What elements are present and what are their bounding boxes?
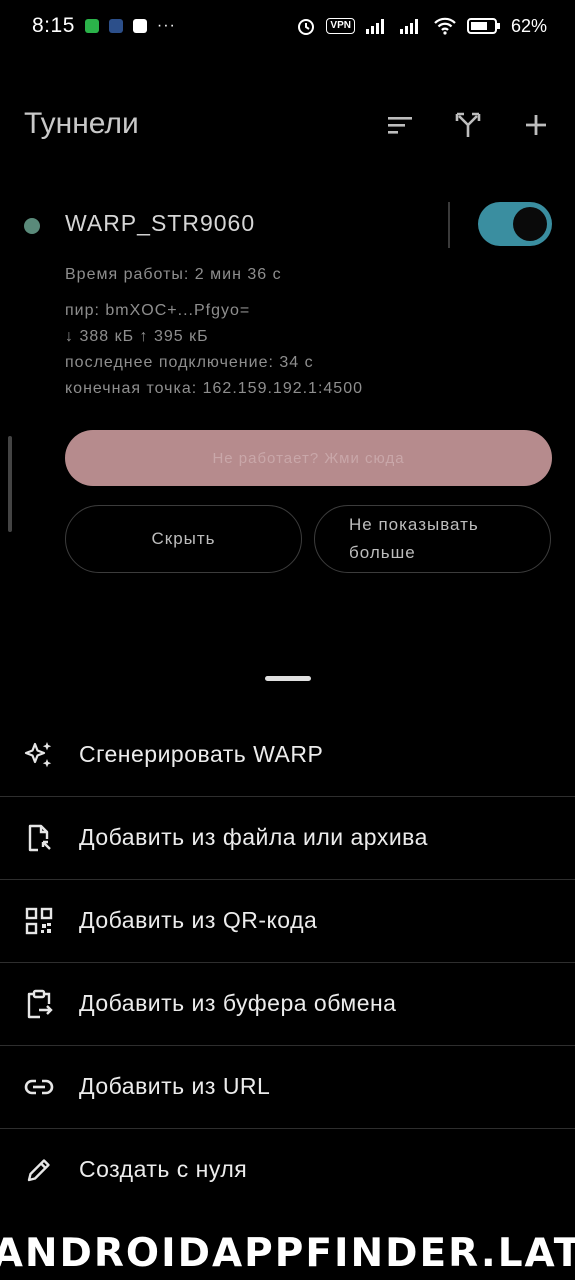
menu-item-label: Добавить из URL: [79, 1073, 271, 1099]
status-bar: 8:15 ··· VPN 62%: [0, 0, 575, 52]
vpn-badge: VPN: [326, 18, 355, 34]
last-handshake-text: последнее подключение: 34 с: [65, 354, 314, 371]
tunnel-toggle[interactable]: [478, 202, 552, 246]
sparkle-icon: [24, 740, 54, 770]
qr-code-icon: [24, 906, 54, 936]
sort-icon[interactable]: [384, 109, 416, 141]
dont-show-label-line2: больше: [349, 543, 416, 562]
menu-item-add-from-clipboard[interactable]: Добавить из буфера обмена: [0, 962, 575, 1045]
not-working-button[interactable]: Не работает? Жми сюда: [65, 430, 552, 486]
notification-app-icon: [108, 19, 123, 33]
toggle-knob: [513, 207, 547, 241]
notification-app-icon-2: [132, 19, 147, 33]
whatsapp-icon: [84, 19, 99, 33]
menu-item-label: Добавить из файла или архива: [79, 824, 428, 850]
signal-icon-2: [399, 19, 418, 34]
hide-button-label: Скрыть: [151, 529, 216, 548]
dont-show-label: Не показывать больше: [349, 511, 479, 567]
hide-button[interactable]: Скрыть: [65, 505, 302, 573]
battery-icon: [466, 18, 500, 34]
dont-show-again-button[interactable]: Не показывать больше: [314, 505, 551, 573]
menu-item-add-from-qr[interactable]: Добавить из QR-кода: [0, 879, 575, 962]
file-import-icon: [24, 823, 54, 853]
status-bar-left: 8:15 ···: [32, 14, 176, 38]
page-title: Туннели: [24, 107, 139, 140]
menu-item-add-from-file[interactable]: Добавить из файла или архива: [0, 796, 575, 879]
connection-status-dot: [24, 218, 40, 234]
clipboard-icon: [24, 989, 54, 1019]
add-tunnel-sheet: Сгенерировать WARP Добавить из файла или…: [0, 655, 575, 1280]
link-icon: [24, 1072, 54, 1102]
traffic-text: ↓ 388 кБ ↑ 395 кБ: [65, 328, 209, 345]
menu-item-add-from-url[interactable]: Добавить из URL: [0, 1045, 575, 1128]
menu-item-label: Создать с нуля: [79, 1156, 248, 1182]
pencil-icon: [24, 1155, 54, 1185]
tunnel-card[interactable]: WARP_STR9060 Время работы: 2 мин 36 с пи…: [0, 190, 575, 610]
menu-item-label: Добавить из QR-кода: [79, 907, 318, 933]
menu-item-create-from-scratch[interactable]: Создать с нуля: [0, 1128, 575, 1211]
menu-item-label: Добавить из буфера обмена: [79, 990, 397, 1016]
status-bar-right: VPN 62%: [296, 16, 547, 37]
more-notifications-icon: ···: [156, 17, 176, 34]
divider: [448, 202, 450, 248]
app-header: Туннели: [0, 95, 575, 155]
alarm-icon: [298, 19, 315, 35]
dont-show-label-line1: Не показывать: [349, 515, 479, 534]
wifi-icon: [434, 17, 456, 35]
watermark: ANDROIDAPPFINDER.LAT: [0, 1230, 575, 1276]
battery-level: 62%: [510, 15, 547, 36]
peer-text: пир: bmXOC+...Pfgyo=: [65, 302, 251, 319]
menu-item-generate-warp[interactable]: Сгенерировать WARP: [0, 713, 575, 796]
uptime-text: Время работы: 2 мин 36 с: [65, 266, 282, 283]
menu-item-label: Сгенерировать WARP: [79, 741, 324, 767]
endpoint-text: конечная точка: 162.159.192.1:4500: [65, 380, 363, 397]
signal-icon: [365, 19, 384, 34]
drag-handle[interactable]: [265, 676, 311, 681]
tunnel-name: WARP_STR9060: [65, 210, 256, 236]
add-icon[interactable]: [520, 109, 552, 141]
status-time: 8:15: [32, 14, 75, 37]
scrollbar[interactable]: [8, 436, 12, 532]
split-tunnel-icon[interactable]: [452, 109, 484, 141]
